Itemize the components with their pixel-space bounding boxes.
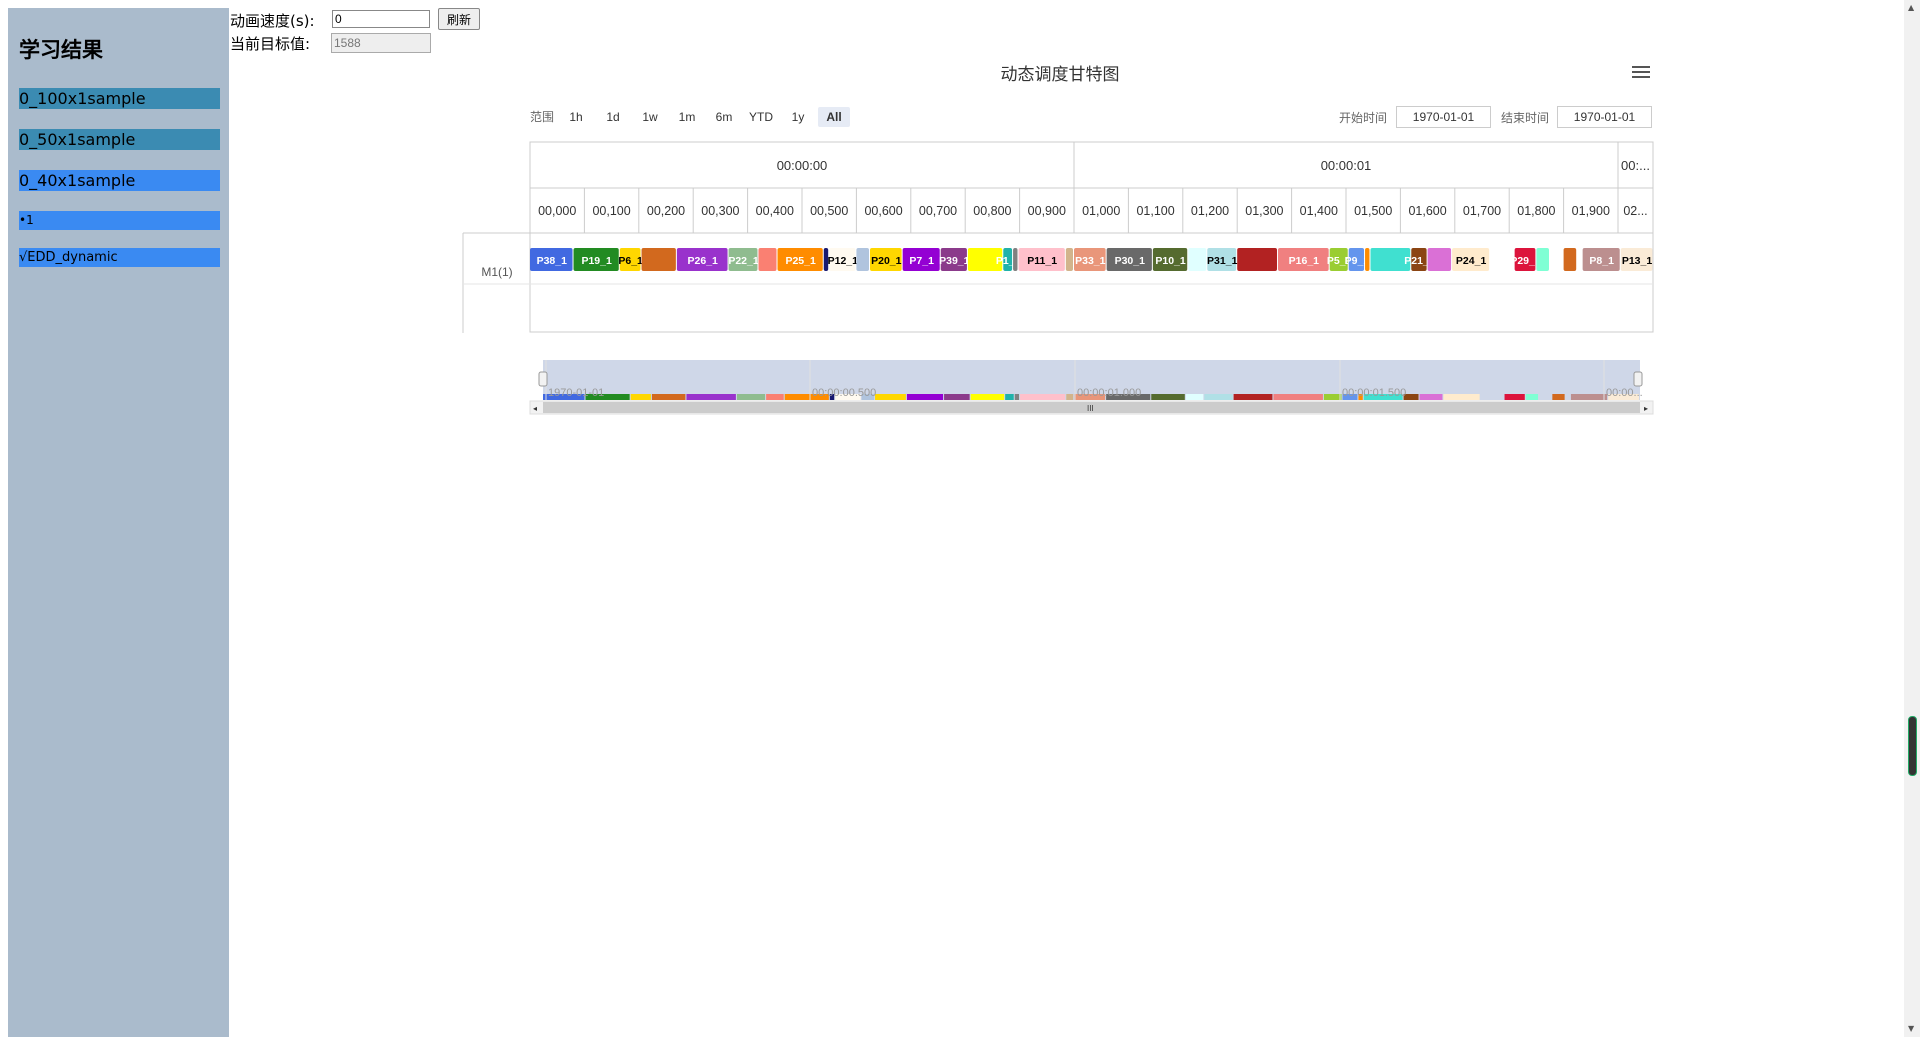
task-bar <box>1365 248 1370 271</box>
navigator-series-mark <box>1185 394 1204 400</box>
minor-tick-label: 00,800 <box>973 204 1011 218</box>
navigator-series-mark <box>1323 394 1342 400</box>
navigator-series-mark <box>1570 394 1608 400</box>
gantt-chart: 00:00:00 00:00:01 00:... 00,000 00,100 00,200… <box>462 141 1654 415</box>
task-bar <box>1237 248 1277 271</box>
navigator-label: 1970-01-01 <box>548 387 604 399</box>
task-bar <box>641 248 676 271</box>
navigator-series-mark <box>1419 394 1443 400</box>
minor-tick-label: 01,100 <box>1136 204 1174 218</box>
minor-tick-label: 00,100 <box>592 204 630 218</box>
navigator-handle-right <box>1633 371 1643 387</box>
navigator-series-mark <box>1204 394 1233 400</box>
minor-tick-label: 01,800 <box>1517 204 1555 218</box>
minor-tick-label: 01,600 <box>1408 204 1446 218</box>
scrollbar-grip-icon: III <box>1087 404 1094 413</box>
minor-tick-label: 00,500 <box>810 204 848 218</box>
navigator-series-mark <box>1020 394 1066 400</box>
scrollbar-thumb[interactable] <box>1908 716 1917 776</box>
row-label: M1(1) <box>481 265 512 279</box>
scroll-down-arrow-icon[interactable]: ▼ <box>1908 1024 1914 1033</box>
scroll-up-arrow-icon[interactable]: ▲ <box>1908 3 1914 12</box>
minor-tick-label: 00,400 <box>756 204 794 218</box>
navigator-label: 00:00:01.500 <box>1342 387 1406 399</box>
navigator-series-mark <box>686 394 736 400</box>
navigator-series-mark <box>906 394 944 400</box>
navigator-series-mark <box>1525 394 1539 400</box>
minor-tick-label: 00,600 <box>864 204 902 218</box>
task-label: P13_1 <box>1622 255 1653 267</box>
navigator-label: 00:00:00.500 <box>812 387 876 399</box>
task-label: P6_1 <box>618 255 643 267</box>
task-bar <box>856 248 869 271</box>
task-label: P29_1 <box>1510 255 1541 267</box>
navigator-series-mark <box>736 394 766 400</box>
scroll-left-arrow-icon: ◂ <box>533 404 537 413</box>
task-label: P20_1 <box>871 255 902 267</box>
navigator-series-mark <box>1552 394 1565 400</box>
task-label: P16_1 <box>1289 255 1320 267</box>
minor-tick-label: 01,500 <box>1354 204 1392 218</box>
task-label: P30_1 <box>1115 255 1146 267</box>
task-bars: P38_1 P19_1 P6_1 P26_1 P22_1 P25_1 P12_1 P20_1 P… <box>530 248 1652 271</box>
minor-tick-label: 00,700 <box>919 204 957 218</box>
navigator-series-mark <box>766 394 784 400</box>
task-label: P31_1 <box>1207 255 1238 267</box>
task-label: P39_1 <box>939 255 970 267</box>
navigator-label: 00:00... <box>1606 387 1643 399</box>
task-bar <box>1563 248 1577 271</box>
navigator-series-mark <box>630 394 651 400</box>
navigator-series-mark <box>1273 394 1323 400</box>
task-bar <box>758 248 777 271</box>
minor-tick-label: 01,900 <box>1572 204 1610 218</box>
plot-frame <box>529 141 1654 333</box>
navigator-series-mark <box>970 394 1005 400</box>
navigator-series-mark <box>1443 394 1480 400</box>
minor-tick-label: 01,700 <box>1463 204 1501 218</box>
minor-tick-label: 01,000 <box>1082 204 1120 218</box>
task-label: P10_1 <box>1155 255 1186 267</box>
navigator-series-mark <box>1005 394 1014 400</box>
task-bar <box>1536 248 1549 271</box>
task-label: P11_1 <box>1027 255 1057 267</box>
task-bar <box>1427 248 1452 271</box>
navigator-series-mark <box>1504 394 1525 400</box>
task-label: P26_1 <box>688 255 719 267</box>
page-scrollbar[interactable]: ▲ ▼ <box>1904 0 1920 1037</box>
task-label: P25_1 <box>785 255 816 267</box>
navigator-series-mark <box>1233 394 1273 400</box>
minor-tick-label: 01,400 <box>1300 204 1338 218</box>
navigator-series-mark <box>875 394 906 400</box>
minor-tick-label: 00,300 <box>701 204 739 218</box>
task-bar <box>1013 248 1018 271</box>
navigator-label: 00:00:01.000 <box>1077 387 1141 399</box>
task-label: P33_1 <box>1075 255 1106 267</box>
major-tick-label: 00:00:01 <box>1321 158 1372 173</box>
minor-tick-label: 00,000 <box>538 204 576 218</box>
major-tick-label: 00:00:00 <box>777 158 828 173</box>
task-label: P24_1 <box>1456 255 1487 267</box>
task-label: P12_1 <box>828 255 859 267</box>
scroll-right-arrow-icon: ▸ <box>1644 404 1648 413</box>
navigator-series-mark <box>1066 394 1074 400</box>
task-bar <box>1188 248 1207 271</box>
navigator-series-mark <box>1151 394 1185 400</box>
task-label: P22_1 <box>728 255 759 267</box>
task-bar <box>1065 248 1073 271</box>
navigator-series-mark <box>944 394 970 400</box>
navigator-series-mark <box>651 394 686 400</box>
minor-tick-label: 01,300 <box>1245 204 1283 218</box>
minor-tick-label: 01,200 <box>1191 204 1229 218</box>
task-label: P7_1 <box>909 255 934 267</box>
minor-tick-label: 00,900 <box>1028 204 1066 218</box>
minor-tick-label: 00,200 <box>647 204 685 218</box>
minor-tick-label: 02... <box>1623 204 1647 218</box>
task-label: P8_1 <box>1589 255 1614 267</box>
task-label: P19_1 <box>581 255 612 267</box>
task-label: P38_1 <box>537 255 568 267</box>
navigator-series-mark <box>1014 394 1020 400</box>
major-tick-label: 00:... <box>1621 158 1650 173</box>
navigator-handle-left <box>538 371 548 387</box>
